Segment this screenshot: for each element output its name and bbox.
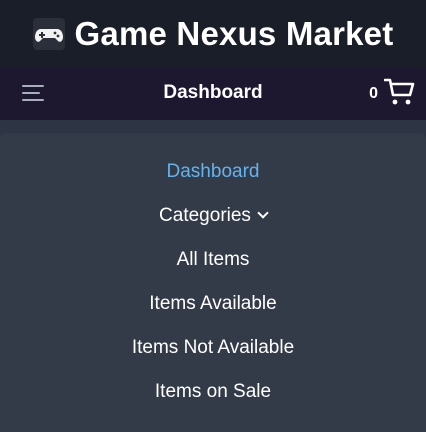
brand-title: Game Nexus Market (74, 15, 394, 52)
hamburger-menu-icon[interactable] (22, 82, 46, 104)
page-title: Dashboard (163, 82, 263, 103)
brand[interactable]: Game Nexus Market (32, 15, 394, 53)
chevron-down-icon (257, 207, 269, 219)
brand-header: Game Nexus Market (0, 0, 426, 68)
gamepad-icon (32, 18, 65, 50)
menu-item-categories[interactable]: Categories (0, 201, 426, 231)
menu-item-all-items[interactable]: All Items (0, 245, 426, 275)
menu-item-items-not-available[interactable]: Items Not Available (0, 333, 426, 363)
app-root: Game Nexus Market Dashboard 0 Dashboard … (0, 0, 426, 432)
top-navbar: Dashboard 0 (0, 68, 426, 120)
dropdown-menu-panel: Dashboard Categories All Items Items Ava… (0, 133, 426, 432)
cart-button[interactable]: 0 (369, 76, 416, 112)
menu-item-dashboard[interactable]: Dashboard (0, 157, 426, 187)
shopping-cart-icon (383, 77, 416, 112)
menu-item-items-available[interactable]: Items Available (0, 289, 426, 319)
menu-item-items-on-sale[interactable]: Items on Sale (0, 377, 426, 407)
cart-count: 0 (369, 85, 378, 102)
menu-item-categories-label: Categories (159, 205, 251, 226)
